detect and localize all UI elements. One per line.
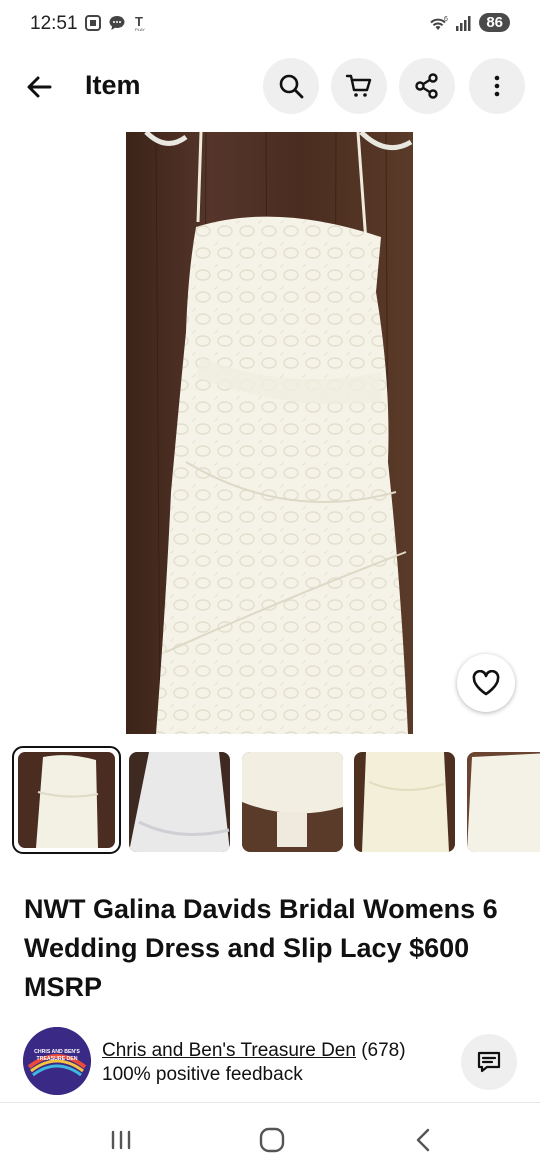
cart-icon <box>345 74 372 97</box>
back-arrow-icon[interactable] <box>22 70 56 104</box>
cart-button[interactable] <box>331 58 387 114</box>
search-icon <box>279 74 304 99</box>
seller-avatar[interactable]: CHRIS AND BEN'S TREASURE DEN <box>23 1027 91 1095</box>
thumbnail-1[interactable] <box>12 746 121 854</box>
contact-seller-button[interactable] <box>461 1034 517 1090</box>
seller-logo-text-2: TREASURE DEN <box>37 1056 78 1062</box>
item-title: NWT Galina Davids Bridal Womens 6 Weddin… <box>24 894 498 1002</box>
divider <box>0 1102 540 1103</box>
thumbnail-5-image <box>467 752 540 852</box>
more-options-button[interactable] <box>469 58 525 114</box>
recent-apps-icon[interactable] <box>105 1124 137 1156</box>
share-icon <box>415 73 438 99</box>
home-icon[interactable] <box>256 1124 288 1156</box>
wifi-icon: 6 <box>430 16 448 30</box>
back-nav-icon[interactable] <box>408 1124 440 1156</box>
message-icon <box>477 1051 501 1073</box>
product-main-image[interactable] <box>126 132 413 734</box>
app-header: Item <box>0 58 540 116</box>
status-left-icons: T PLAY <box>84 14 150 32</box>
thumbnail-strip[interactable] <box>0 746 540 858</box>
seller-name-link[interactable]: Chris and Ben's Treasure Den <box>102 1040 356 1061</box>
thumbnail-4-image <box>354 752 455 852</box>
status-time: 12:51 <box>30 13 78 34</box>
thumbnail-2-image <box>129 752 230 852</box>
thumbnail-3-image <box>242 752 343 852</box>
seller-logo-text-1: CHRIS AND BEN'S <box>34 1049 80 1055</box>
svg-text:6: 6 <box>444 16 448 23</box>
heart-icon <box>472 670 500 696</box>
signal-icon <box>456 15 471 31</box>
t-mobile-play-icon: TPLAY <box>135 14 145 32</box>
page-title: Item <box>85 70 141 100</box>
thumbnail-3[interactable] <box>242 752 343 852</box>
status-right-icons: 6 86 <box>427 13 510 32</box>
seller-name-line[interactable]: Chris and Ben's Treasure Den (678) <box>102 1040 406 1062</box>
more-icon <box>494 75 500 97</box>
share-button[interactable] <box>399 58 455 114</box>
thumbnail-2[interactable] <box>129 752 230 852</box>
system-navigation-bar <box>0 1110 540 1170</box>
svg-text:PLAY: PLAY <box>135 27 145 32</box>
battery-badge: 86 <box>479 13 510 32</box>
chat-bubble-icon <box>109 16 125 30</box>
thumbnail-1-image <box>18 752 115 848</box>
thumbnail-5[interactable] <box>467 752 540 852</box>
dress-photo <box>126 132 413 734</box>
thumbnail-4[interactable] <box>354 752 455 852</box>
status-bar: 12:51 T PLAY 6 86 <box>0 0 540 50</box>
seller-rating-count: (678) <box>361 1040 406 1061</box>
seller-feedback: 100% positive feedback <box>102 1064 303 1085</box>
seller-logo: CHRIS AND BEN'S TREASURE DEN <box>23 1027 91 1095</box>
watch-favorite-button[interactable] <box>457 654 515 712</box>
screenshot-icon <box>85 15 101 31</box>
search-button[interactable] <box>263 58 319 114</box>
